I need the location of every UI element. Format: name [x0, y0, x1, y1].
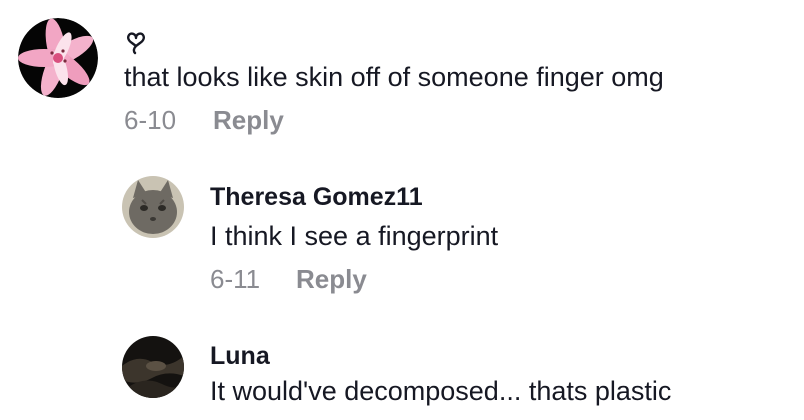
heart-outline-icon: [124, 30, 148, 56]
dark-photo-avatar: [122, 336, 184, 398]
comment-thread: that looks like skin off of someone fing…: [0, 0, 804, 420]
comment-text: that looks like skin off of someone fing…: [124, 62, 664, 92]
pink-lily-flower-avatar: [18, 18, 98, 98]
comment-date: 6-10: [124, 105, 177, 135]
comment-date: 6-11: [210, 264, 261, 294]
reply-button[interactable]: Reply: [296, 264, 367, 295]
gray-cat-avatar: [122, 176, 184, 238]
avatar[interactable]: [122, 336, 184, 398]
comment-text: I think I see a fingerprint: [210, 221, 499, 251]
username[interactable]: Theresa Gomez11: [210, 183, 423, 212]
avatar[interactable]: [122, 176, 184, 238]
username[interactable]: Luna: [210, 342, 270, 371]
comment-text: It would've decomposed... thats plastic: [210, 376, 672, 406]
reply-button[interactable]: Reply: [213, 105, 284, 136]
avatar[interactable]: [18, 18, 98, 98]
